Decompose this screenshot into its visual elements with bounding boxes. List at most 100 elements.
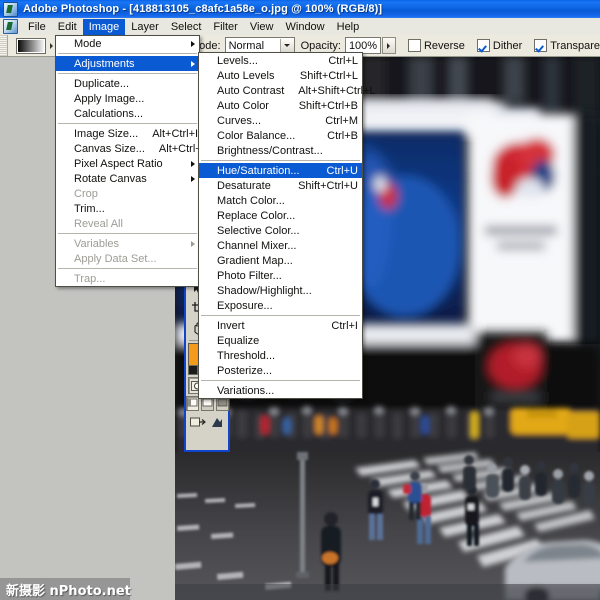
dither-label: Dither <box>492 39 523 52</box>
jump-to-imageready-icon[interactable] <box>188 412 207 432</box>
adjustments-item-color-balance[interactable]: Color Balance... Ctrl+B <box>199 128 362 143</box>
document-icon[interactable] <box>3 19 18 34</box>
menu-separator <box>58 268 197 269</box>
menu-item-label: Mode <box>74 37 102 50</box>
menu-separator <box>58 73 197 74</box>
image-menu-item-canvas-size[interactable]: Canvas Size... Alt+Ctrl+C <box>56 141 210 156</box>
image-menu-item-crop: Crop <box>56 186 199 201</box>
menu-item-label: Replace Color... <box>217 209 296 222</box>
watermark: 新摄影 nPhoto.net <box>0 578 131 600</box>
adjustments-item-auto-color[interactable]: Auto Color Shift+Ctrl+B <box>199 98 362 113</box>
title-bar: Adobe Photoshop - [418813105_c8afc1a58e_… <box>0 0 600 18</box>
window-title: Adobe Photoshop - [418813105_c8afc1a58e_… <box>23 3 383 15</box>
adjustments-item-auto-contrast[interactable]: Auto Contrast Alt+Shift+Ctrl+L <box>199 83 376 98</box>
reverse-checkbox[interactable] <box>407 39 421 52</box>
adjustments-item-variations[interactable]: Variations... <box>199 383 362 398</box>
menu-item-shortcut: Alt+Ctrl+I <box>152 127 199 140</box>
menu-item-label: Hue/Saturation... <box>217 164 300 177</box>
menu-item-label: Apply Data Set... <box>74 252 157 265</box>
adjustments-item-hue-saturation[interactable]: Hue/Saturation... Ctrl+U <box>199 163 362 178</box>
image-menu-item-adjustments[interactable]: Adjustments <box>56 56 199 71</box>
menu-item-label: Variations... <box>217 384 275 397</box>
adjustments-item-posterize[interactable]: Posterize... <box>199 363 362 378</box>
adjustments-item-threshold[interactable]: Threshold... <box>199 348 362 363</box>
menu-item-label: Channel Mixer... <box>217 239 297 252</box>
imageready-icon[interactable] <box>207 412 226 432</box>
opacity-stepper[interactable] <box>381 37 396 54</box>
menu-item-label: Threshold... <box>217 349 276 362</box>
options-bar-grip[interactable] <box>0 35 8 56</box>
menu-help[interactable]: Help <box>331 19 366 35</box>
menu-item-shortcut: Alt+Shift+Ctrl+L <box>298 84 376 97</box>
adjustments-item-replace-color[interactable]: Replace Color... <box>199 208 362 223</box>
menu-item-label: Posterize... <box>217 364 273 377</box>
menu-item-shortcut: Shift+Ctrl+B <box>298 99 358 112</box>
adjustments-item-photo-filter[interactable]: Photo Filter... <box>199 268 362 283</box>
image-menu-item-apply-image[interactable]: Apply Image... <box>56 91 199 106</box>
menu-item-shortcut: Shift+Ctrl+L <box>299 69 358 82</box>
chevron-down-icon[interactable] <box>279 39 294 52</box>
adjustments-item-levels[interactable]: Levels... Ctrl+L <box>199 53 362 68</box>
image-menu-item-pixel-aspect-ratio[interactable]: Pixel Aspect Ratio <box>56 156 199 171</box>
image-menu-item-mode[interactable]: Mode <box>56 36 199 51</box>
gradient-preset-swatch[interactable] <box>16 37 46 54</box>
menu-separator <box>201 380 360 381</box>
adjustments-item-channel-mixer[interactable]: Channel Mixer... <box>199 238 362 253</box>
menu-view[interactable]: View <box>244 19 280 35</box>
standard-screen-mode-button[interactable] <box>185 396 199 411</box>
image-menu-item-variables: Variables <box>56 236 199 251</box>
image-menu-item-calculations[interactable]: Calculations... <box>56 106 199 121</box>
adjustments-item-shadow-highlight[interactable]: Shadow/Highlight... <box>199 283 362 298</box>
adjustments-item-brightness-contrast[interactable]: Brightness/Contrast... <box>199 143 362 158</box>
menu-bar[interactable]: File Edit Image Layer Select Filter View… <box>0 18 600 36</box>
menu-item-label: Canvas Size... <box>74 142 145 155</box>
dither-checkbox[interactable] <box>476 39 490 52</box>
image-menu-item-duplicate[interactable]: Duplicate... <box>56 76 199 91</box>
reverse-checkbox-wrap[interactable]: Reverse <box>407 39 465 52</box>
menu-filter[interactable]: Filter <box>207 19 243 35</box>
image-dropdown-menu[interactable]: Mode Adjustments Duplicate... Apply Imag… <box>55 35 210 287</box>
adjustments-item-exposure[interactable]: Exposure... <box>199 298 362 313</box>
submenu-arrow-icon <box>191 241 195 247</box>
adjustments-item-gradient-map[interactable]: Gradient Map... <box>199 253 362 268</box>
default-colors-icon[interactable] <box>188 365 198 375</box>
menu-item-label: Desaturate <box>217 179 271 192</box>
menu-window[interactable]: Window <box>280 19 331 35</box>
adjustments-item-invert[interactable]: Invert Ctrl+I <box>199 318 362 333</box>
menu-item-label: Reveal All <box>74 217 123 230</box>
menu-edit[interactable]: Edit <box>52 19 83 35</box>
menu-item-label: Variables <box>74 237 120 250</box>
menu-file[interactable]: File <box>22 19 52 35</box>
submenu-arrow-icon <box>191 161 195 167</box>
adjustments-submenu[interactable]: Levels... Ctrl+L Auto Levels Shift+Ctrl+… <box>198 52 376 399</box>
menu-item-label: Invert <box>217 319 245 332</box>
adjustments-item-selective-color[interactable]: Selective Color... <box>199 223 362 238</box>
adjustments-item-match-color[interactable]: Match Color... <box>199 193 362 208</box>
image-menu-item-image-size[interactable]: Image Size... Alt+Ctrl+I <box>56 126 199 141</box>
blend-mode-value: Normal <box>228 39 265 52</box>
menu-item-label: Brightness/Contrast... <box>217 144 323 157</box>
menu-layer[interactable]: Layer <box>125 19 165 35</box>
watermark-text: 新摄影 nPhoto.net <box>6 583 131 599</box>
menu-item-label: Crop <box>74 187 98 200</box>
adjustments-item-curves[interactable]: Curves... Ctrl+M <box>199 113 362 128</box>
image-menu-item-trim[interactable]: Trim... <box>56 201 199 216</box>
adjustments-item-auto-levels[interactable]: Auto Levels Shift+Ctrl+L <box>199 68 362 83</box>
menu-item-label: Exposure... <box>217 299 273 312</box>
image-menu-item-rotate-canvas[interactable]: Rotate Canvas <box>56 171 199 186</box>
menu-select[interactable]: Select <box>165 19 208 35</box>
adjustments-item-equalize[interactable]: Equalize <box>199 333 362 348</box>
gradient-preset-dropdown-icon[interactable] <box>50 42 53 49</box>
submenu-arrow-icon <box>191 41 195 47</box>
dither-checkbox-wrap[interactable]: Dither <box>476 39 523 52</box>
photoshop-window: Adobe Photoshop - [418813105_c8afc1a58e_… <box>0 0 600 600</box>
transparency-checkbox-wrap[interactable]: Transparency <box>534 39 600 52</box>
menu-item-label: Match Color... <box>217 194 285 207</box>
transparency-checkbox[interactable] <box>534 39 548 52</box>
menu-item-label: Trap... <box>74 272 106 285</box>
menu-item-label: Color Balance... <box>217 129 296 142</box>
menu-image[interactable]: Image <box>82 18 126 35</box>
adjustments-item-desaturate[interactable]: Desaturate Shift+Ctrl+U <box>199 178 362 193</box>
menu-separator <box>58 123 197 124</box>
menu-item-label: Levels... <box>217 54 258 67</box>
